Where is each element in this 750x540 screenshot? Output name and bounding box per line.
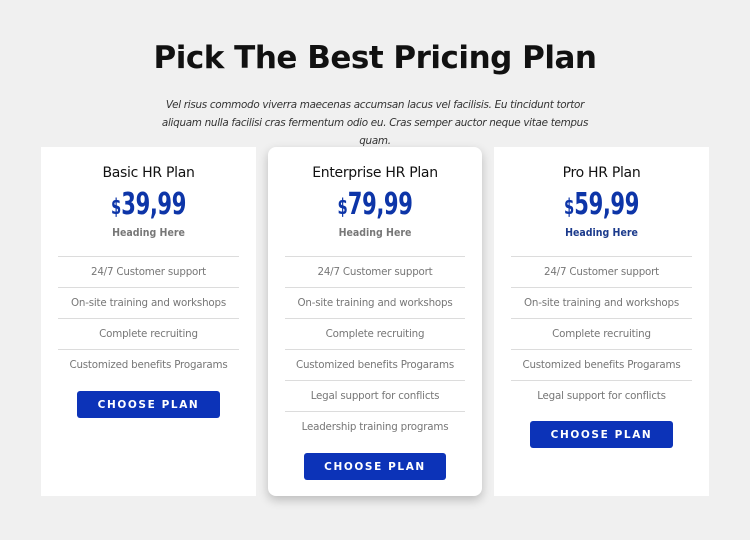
- feature-item: On-site training and workshops: [285, 287, 465, 318]
- feature-item: Complete recruiting: [511, 318, 692, 349]
- feature-item: 24/7 Customer support: [285, 256, 465, 287]
- currency-symbol: $: [111, 195, 122, 219]
- currency-symbol: $: [564, 195, 575, 219]
- feature-list: 24/7 Customer support On-site training a…: [58, 256, 239, 380]
- choose-plan-button-pro[interactable]: CHOOSE PLAN: [530, 421, 673, 448]
- feature-item: 24/7 Customer support: [511, 256, 692, 287]
- feature-item: On-site training and workshops: [511, 287, 692, 318]
- feature-item: On-site training and workshops: [58, 287, 239, 318]
- feature-item: 24/7 Customer support: [58, 256, 239, 287]
- feature-item: Leadership training programs: [285, 411, 465, 442]
- plan-heading: Heading Here: [112, 227, 185, 239]
- plan-price: $79,99: [292, 189, 459, 221]
- feature-item: Legal support for conflicts: [511, 380, 692, 411]
- pricing-card-pro: Pro HR Plan $59,99 Heading Here 24/7 Cus…: [494, 147, 709, 496]
- plan-name: Enterprise HR Plan: [312, 165, 438, 181]
- currency-symbol: $: [337, 195, 348, 219]
- page-title: Pick The Best Pricing Plan: [153, 40, 597, 76]
- plan-name: Basic HR Plan: [102, 165, 195, 181]
- price-amount: 59,99: [574, 187, 639, 222]
- plan-heading: Heading Here: [338, 227, 412, 239]
- price-amount: 79,99: [347, 187, 413, 222]
- feature-list: 24/7 Customer support On-site training a…: [285, 256, 465, 442]
- feature-item: Complete recruiting: [58, 318, 239, 349]
- feature-item: Customized benefits Progarams: [285, 349, 465, 380]
- plan-price: $39,99: [65, 189, 233, 221]
- feature-list: 24/7 Customer support On-site training a…: [511, 256, 692, 411]
- price-amount: 39,99: [121, 187, 186, 222]
- plan-price: $59,99: [518, 189, 686, 221]
- choose-plan-button-basic[interactable]: CHOOSE PLAN: [77, 391, 220, 418]
- choose-plan-button-enterprise[interactable]: CHOOSE PLAN: [304, 453, 446, 480]
- feature-item: Complete recruiting: [285, 318, 465, 349]
- plan-heading: Heading Here: [565, 227, 638, 239]
- pricing-card-enterprise: Enterprise HR Plan $79,99 Heading Here 2…: [268, 147, 482, 496]
- plan-name: Pro HR Plan: [562, 165, 641, 181]
- feature-item: Customized benefits Progarams: [58, 349, 239, 380]
- feature-item: Customized benefits Progarams: [511, 349, 692, 380]
- feature-item: Legal support for conflicts: [285, 380, 465, 411]
- page-subtitle: Vel risus commodo viverra maecenas accum…: [161, 99, 589, 147]
- pricing-card-basic: Basic HR Plan $39,99 Heading Here 24/7 C…: [41, 147, 256, 496]
